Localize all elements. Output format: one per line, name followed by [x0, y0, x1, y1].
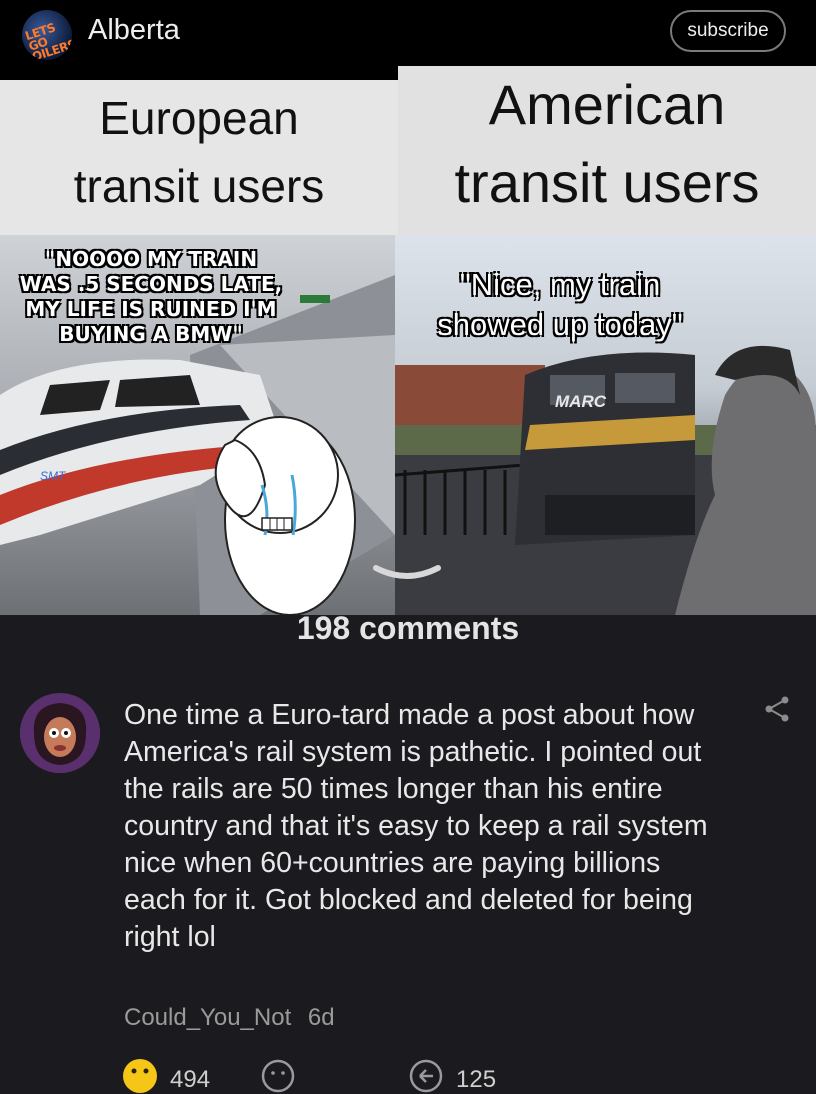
- commenter-avatar[interactable]: [20, 693, 100, 773]
- post-image[interactable]: European transit users American transit …: [0, 66, 816, 615]
- right-caption: American transit users: [398, 66, 816, 235]
- marc-logo: MARC: [555, 392, 607, 411]
- right-quote-line1: "Nice, my train: [459, 267, 661, 302]
- left-meme-panel: SMT "NOOOO MY TRAIN WAS .5 SECONDS LATE,…: [0, 235, 395, 615]
- reply-icon[interactable]: [408, 1058, 444, 1094]
- right-caption-line2: transit users: [454, 151, 760, 214]
- left-caption-line1: European: [99, 92, 299, 144]
- comment-author[interactable]: Could_You_Not: [124, 1004, 291, 1031]
- left-caption: European transit users: [0, 80, 398, 235]
- left-quote: "NOOOO MY TRAIN WAS .5 SECONDS LATE, MY …: [6, 247, 296, 347]
- smiley-icon[interactable]: [260, 1058, 296, 1094]
- reply-count: 125: [456, 1066, 497, 1093]
- subreddit-name[interactable]: Alberta: [88, 14, 180, 47]
- share-icon[interactable]: [762, 694, 792, 724]
- left-quote-line2: WAS .5 SECONDS LATE,: [19, 272, 283, 296]
- right-quote: "Nice, my train showed up today": [395, 265, 725, 345]
- smt-logo: SMT: [40, 469, 67, 483]
- left-caption-line2: transit users: [73, 160, 325, 212]
- comment-actions: 494 125: [0, 1052, 816, 1094]
- upvote-count: 494: [170, 1066, 211, 1093]
- right-meme-panel: MARC "Nice, my train showed up today": [395, 235, 816, 615]
- right-quote-line2: showed up today": [437, 307, 683, 342]
- comments-count: 198 comments: [296, 610, 520, 646]
- subreddit-avatar-text: LETS GO OILERS: [23, 20, 72, 60]
- left-quote-line1: "NOOOO MY TRAIN: [44, 247, 258, 271]
- chevron-down-icon[interactable]: [372, 562, 442, 586]
- comment-text: One time a Euro-tard made a post about h…: [124, 699, 708, 953]
- right-caption-line1: American: [488, 73, 726, 136]
- left-quote-line4: BUYING A BMW": [59, 322, 243, 346]
- avatar-face-icon: [20, 693, 100, 773]
- left-quote-line3: MY LIFE IS RUINED I'M: [25, 297, 277, 321]
- subscribe-button[interactable]: subscribe: [670, 10, 786, 52]
- comment-meta: Could_You_Not 6d: [124, 1004, 335, 1032]
- emoji-upvote-icon[interactable]: [122, 1058, 158, 1094]
- comment-age: 6d: [307, 1004, 335, 1031]
- subreddit-avatar[interactable]: LETS GO OILERS: [22, 10, 72, 60]
